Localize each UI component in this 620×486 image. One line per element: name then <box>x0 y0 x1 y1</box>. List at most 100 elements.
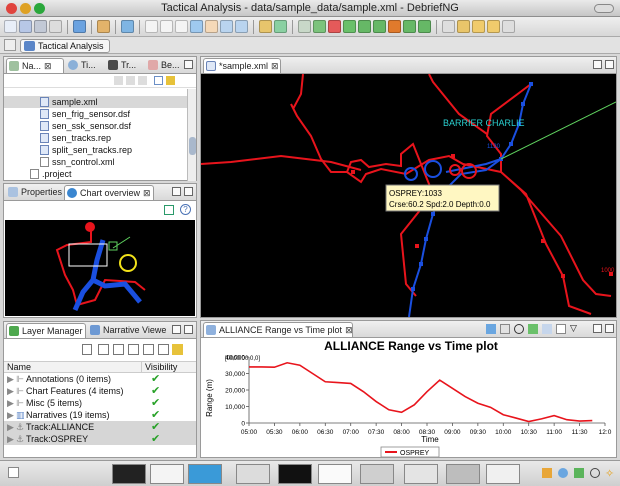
visibility-column-header[interactable]: Visibility <box>141 362 177 373</box>
list-item[interactable]: sen_frig_sensor.dsf <box>40 108 196 120</box>
minimize-window-button[interactable] <box>20 3 31 14</box>
clock-plot-icon[interactable] <box>514 324 524 334</box>
list-item[interactable]: split_sen_tracks.rep <box>40 144 196 156</box>
highlight-icon[interactable] <box>457 20 470 33</box>
visible-check-icon[interactable]: ✔ <box>151 397 160 409</box>
visible-check-icon[interactable]: ✔ <box>151 385 160 397</box>
circle-tool-icon[interactable] <box>403 20 416 33</box>
dock-thumbnail[interactable] <box>486 464 520 484</box>
tab-navigator[interactable]: Na... ⊠ <box>6 58 64 73</box>
up-icon[interactable] <box>138 76 147 85</box>
star-icon[interactable]: ✧ <box>605 467 614 480</box>
status-icon-2[interactable] <box>558 468 568 478</box>
status-icon-4[interactable] <box>590 468 600 478</box>
save-icon[interactable] <box>19 20 32 33</box>
visible-check-icon[interactable]: ✔ <box>151 433 160 445</box>
curve-tool-icon[interactable] <box>418 20 431 33</box>
copy-icon[interactable] <box>542 324 552 334</box>
edit-icon[interactable] <box>442 20 455 33</box>
star-tool-icon[interactable] <box>388 20 401 33</box>
link-editor-icon[interactable] <box>166 76 175 85</box>
add-layer-icon[interactable] <box>128 344 139 355</box>
help-icon[interactable]: ? <box>180 204 191 215</box>
dock-thumbnail[interactable] <box>360 464 394 484</box>
open-perspective-icon[interactable] <box>4 39 16 51</box>
expand-icon[interactable] <box>274 20 287 33</box>
zoom-in-icon[interactable] <box>220 20 233 33</box>
tab-properties[interactable]: Properties <box>6 185 63 200</box>
fit-to-window-icon[interactable] <box>259 20 272 33</box>
table-row[interactable]: ▶ ⊩ Chart Features (4 items) ✔ <box>4 385 196 397</box>
close-icon[interactable]: ⊠ <box>271 61 279 71</box>
minimize-icon[interactable] <box>172 187 181 196</box>
one-icon[interactable] <box>98 344 109 355</box>
next-icon[interactable] <box>502 20 515 33</box>
tab-bearing[interactable]: Be... <box>146 58 180 73</box>
back-arrow-icon[interactable] <box>472 20 485 33</box>
forward-arrow-icon[interactable] <box>487 20 500 33</box>
checkbox-icon[interactable] <box>143 344 154 355</box>
status-icon-1[interactable] <box>542 468 552 478</box>
table-row[interactable]: ▶ ⚓ Track:OSPREY ✔ <box>4 433 196 445</box>
select-icon[interactable] <box>82 344 92 355</box>
dock-thumbnail[interactable] <box>112 464 146 484</box>
pan-hand-icon[interactable] <box>205 20 218 33</box>
zoom-window-button[interactable] <box>34 3 45 14</box>
tab-sample-xml[interactable]: *sample.xml ⊠ <box>203 58 281 73</box>
navigator-scrollbar[interactable] <box>187 89 196 181</box>
list-item[interactable]: sen_tracks.rep <box>40 132 196 144</box>
tab-layer-manager[interactable]: Layer Manager⊠ <box>6 323 86 338</box>
back-icon[interactable] <box>114 76 123 85</box>
expand-triangle-icon[interactable]: ▶ <box>7 421 14 433</box>
close-icon[interactable]: ⊠ <box>44 61 52 71</box>
expand-triangle-icon[interactable]: ▶ <box>7 409 14 421</box>
save-all-icon[interactable] <box>34 20 47 33</box>
dock-thumbnail[interactable] <box>150 464 184 484</box>
table-row[interactable]: ▶ ⊩ Annotations (0 items) ✔ <box>4 373 196 385</box>
expand-triangle-icon[interactable]: ▶ <box>7 397 14 409</box>
fast-view-icon[interactable] <box>8 467 19 478</box>
visible-check-icon[interactable]: ✔ <box>151 373 160 385</box>
minimize-icon[interactable] <box>172 325 181 334</box>
perspective-tab[interactable]: Tactical Analysis <box>20 39 110 53</box>
minimize-icon[interactable] <box>593 60 602 69</box>
table-row[interactable]: ▶ ▥ Narratives (19 items) ✔ <box>4 409 196 421</box>
zoom-out-icon[interactable] <box>235 20 248 33</box>
list-item[interactable]: sen_ssk_sensor.dsf <box>40 120 196 132</box>
switch-axes-icon[interactable] <box>528 324 538 334</box>
ellipse-tool-icon[interactable] <box>358 20 371 33</box>
minimize-icon[interactable] <box>593 324 602 333</box>
expand-triangle-icon[interactable]: ▶ <box>7 373 14 385</box>
maximize-icon[interactable] <box>184 325 193 334</box>
dock-thumbnail[interactable] <box>446 464 480 484</box>
range-bearing-icon[interactable] <box>190 20 203 33</box>
check-icon[interactable] <box>158 344 169 355</box>
fit-icon[interactable] <box>164 205 174 215</box>
fit-plot-icon[interactable] <box>486 324 496 334</box>
collapse-all-icon[interactable] <box>154 76 163 85</box>
status-icon-3[interactable] <box>574 468 584 478</box>
tactical-map[interactable]: BARRIER CHARLIE 1130 1000 OSPREY:1033 Cr… <box>201 74 616 317</box>
dock-thumbnail[interactable] <box>188 464 222 484</box>
select-arrow-2-icon[interactable] <box>160 20 173 33</box>
close-icon[interactable]: ⊠ <box>143 188 151 198</box>
close-window-button[interactable] <box>6 3 17 14</box>
tab-range-plot[interactable]: ALLIANCE Range vs Time plot ⊠ <box>203 322 353 337</box>
scroll-thumb[interactable] <box>189 137 196 155</box>
pen-icon[interactable] <box>97 20 110 33</box>
arc-tool-icon[interactable] <box>373 20 386 33</box>
dock-thumbnail[interactable] <box>318 464 352 484</box>
forward-icon[interactable] <box>126 76 135 85</box>
dock-thumbnail[interactable] <box>404 464 438 484</box>
maximize-icon[interactable] <box>605 60 614 69</box>
globe-icon[interactable] <box>121 20 134 33</box>
overview-map[interactable] <box>5 220 195 316</box>
close-icon[interactable]: ⊠ <box>345 325 352 335</box>
tab-chart-overview[interactable]: Chart overview ⊠ <box>64 185 154 200</box>
polygon-tool-icon[interactable] <box>328 20 341 33</box>
expand-triangle-icon[interactable]: ▶ <box>7 433 14 445</box>
list-item[interactable]: .project <box>30 168 196 180</box>
maximize-icon[interactable] <box>605 324 614 333</box>
export-icon[interactable] <box>556 324 566 334</box>
tab-narrative-viewer[interactable]: Narrative Viewer <box>88 323 166 338</box>
